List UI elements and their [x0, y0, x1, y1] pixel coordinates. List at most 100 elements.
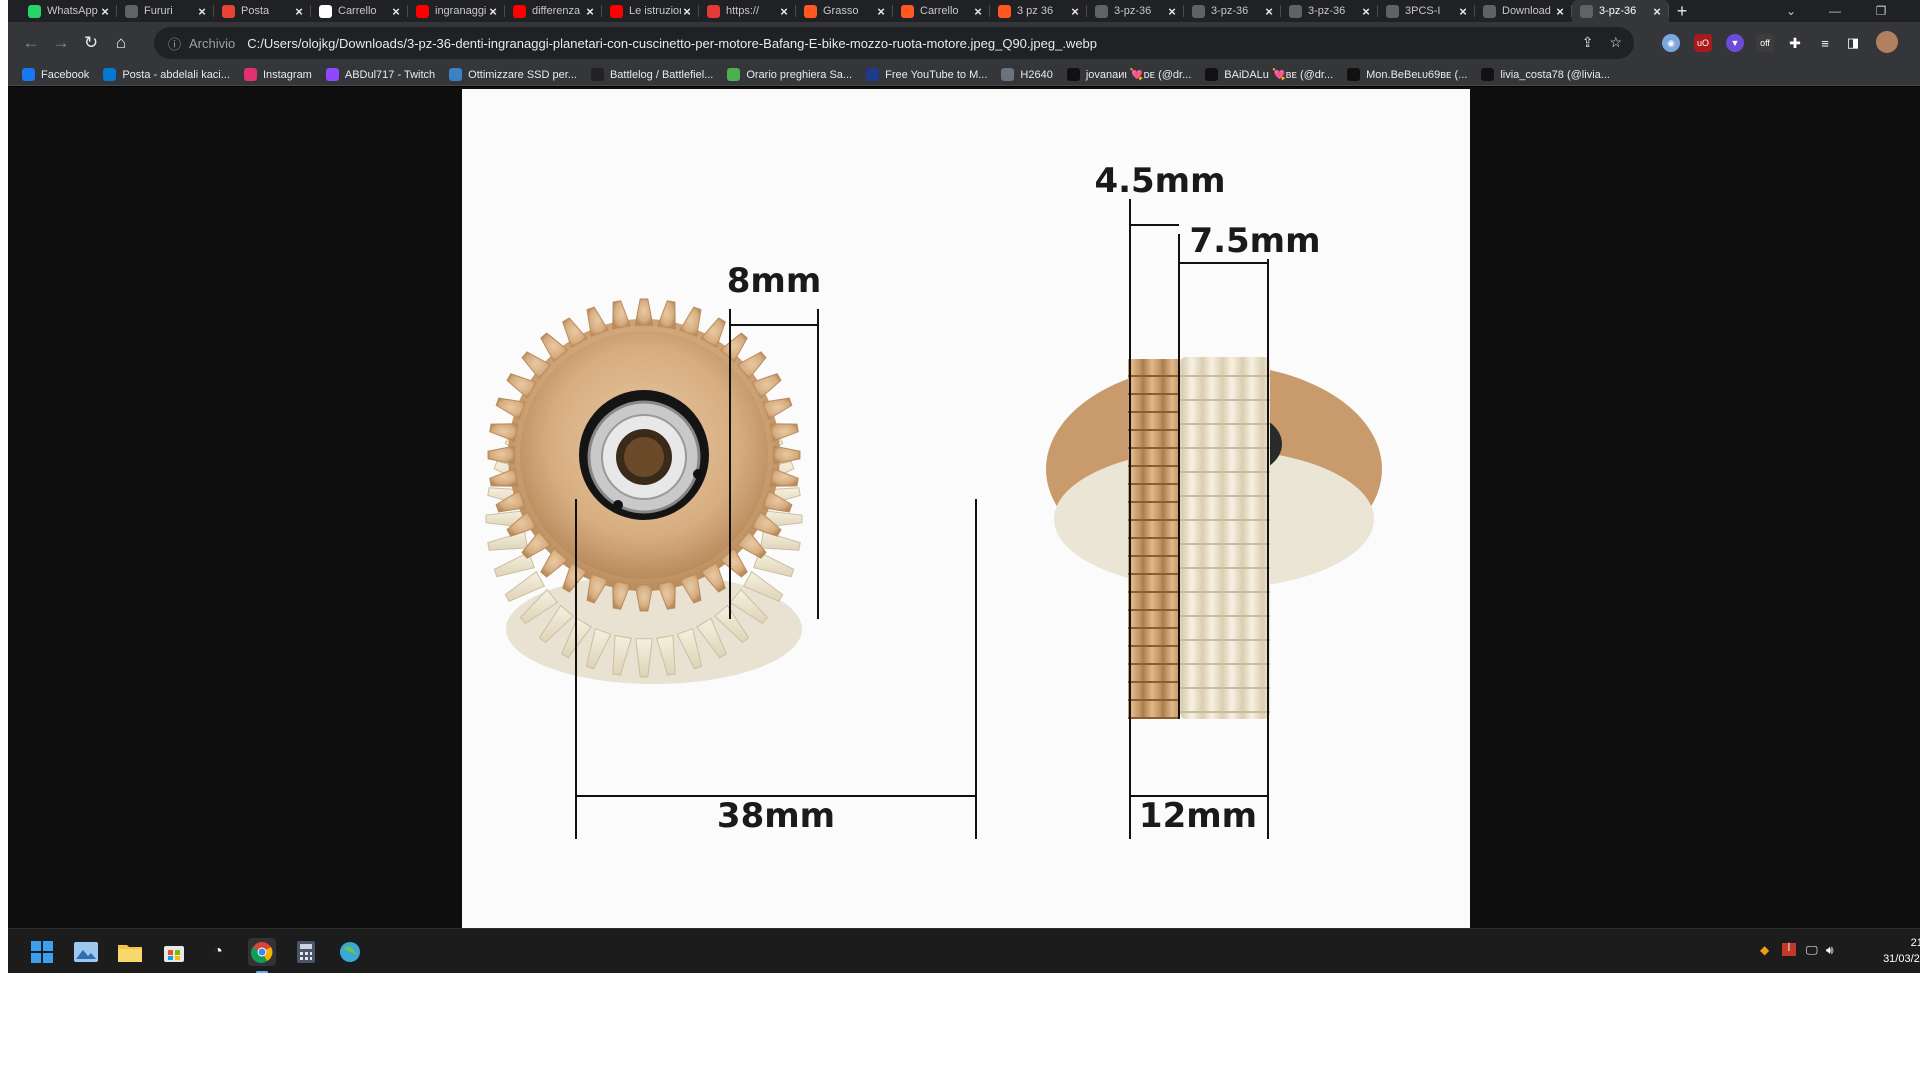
- tab-close-icon[interactable]: ×: [1166, 4, 1178, 19]
- bookmark-item[interactable]: H2640: [1001, 68, 1053, 81]
- tab-close-icon[interactable]: ×: [681, 4, 693, 19]
- home-icon[interactable]: ⌂: [106, 28, 136, 58]
- tab-close-icon[interactable]: ×: [1360, 4, 1372, 19]
- bookmark-label: Free YouTube to M...: [885, 68, 988, 81]
- tab-close-icon[interactable]: ×: [1554, 4, 1566, 19]
- browser-tab[interactable]: Fururi ×: [117, 0, 214, 22]
- browser-tab[interactable]: 3-pz-36 ×: [1087, 0, 1184, 22]
- volume-icon[interactable]: 🔊︎: [1826, 943, 1834, 958]
- bookmark-item[interactable]: jovanaиι 💘ᴅᴇ (@dr...: [1066, 68, 1192, 81]
- bookmark-label: jovanaиι 💘ᴅᴇ (@dr...: [1085, 69, 1192, 81]
- browser-tab[interactable]: Grasso ×: [796, 0, 893, 22]
- profile-avatar[interactable]: [1876, 31, 1898, 53]
- photos-icon[interactable]: [72, 938, 100, 966]
- tab-close-icon[interactable]: ×: [1263, 4, 1275, 19]
- instagram-icon: [243, 68, 257, 81]
- tab-close-icon[interactable]: ×: [1651, 4, 1663, 19]
- side-panel-icon[interactable]: ◨: [1844, 34, 1862, 52]
- gear-front-view: [485, 298, 803, 684]
- browser-tab[interactable]: ingranaggi ×: [408, 0, 505, 22]
- page-icon: [1001, 68, 1015, 81]
- info-icon[interactable]: ⓘ: [168, 34, 181, 53]
- tab-search-icon[interactable]: ⌄: [1768, 0, 1814, 22]
- security-tray-icon[interactable]: ◆: [1760, 943, 1769, 957]
- bookmark-label: Mon.BeBeʟυ69ʙᴇ (...: [1366, 68, 1468, 81]
- tab-close-icon[interactable]: ×: [99, 4, 111, 19]
- network-icon[interactable]: 🖵: [1806, 943, 1818, 958]
- url-text[interactable]: C:/Users/olojkg/Downloads/3-pz-36-denti-…: [247, 36, 1097, 51]
- browser-tab[interactable]: Download ×: [1475, 0, 1572, 22]
- extensions-puzzle-icon[interactable]: ✚: [1786, 34, 1804, 52]
- tab-close-icon[interactable]: ×: [487, 4, 499, 19]
- tab-close-icon[interactable]: ×: [778, 4, 790, 19]
- browser-tab[interactable]: WhatsApp ×: [20, 0, 117, 22]
- tiktok-icon: [1347, 68, 1361, 81]
- clock-date: 31/03/202: [1883, 953, 1920, 965]
- tiktok-icon: [1205, 68, 1219, 81]
- forward-arrow-icon[interactable]: →: [46, 28, 76, 58]
- tab-close-icon[interactable]: ×: [584, 4, 596, 19]
- browser-tab[interactable]: differenza ×: [505, 0, 602, 22]
- tab-close-icon[interactable]: ×: [196, 4, 208, 19]
- speedometer-icon[interactable]: ◔: [204, 938, 232, 966]
- share-icon[interactable]: ⇪: [1582, 34, 1594, 51]
- shield-extension-icon[interactable]: ▼: [1726, 34, 1744, 52]
- minimize-button[interactable]: —: [1812, 0, 1858, 22]
- file-explorer-icon[interactable]: [116, 938, 144, 966]
- ublock-icon[interactable]: uO: [1694, 34, 1712, 52]
- tab-close-icon[interactable]: ×: [1069, 4, 1081, 19]
- tab-close-icon[interactable]: ×: [972, 4, 984, 19]
- bookmark-item[interactable]: Orario preghiera Sa...: [727, 68, 852, 81]
- bookmark-item[interactable]: Mon.BeBeʟυ69ʙᴇ (...: [1347, 68, 1467, 81]
- bookmark-label: H2640: [1020, 68, 1053, 81]
- browser-tab[interactable]: 3PCS-I ×: [1378, 0, 1475, 22]
- edge-globe-icon[interactable]: [336, 938, 364, 966]
- browser-tab[interactable]: Carrello ×: [311, 0, 408, 22]
- restore-button[interactable]: ❐: [1858, 0, 1904, 22]
- browser-tab[interactable]: 3-pz-36 ×: [1184, 0, 1281, 22]
- antivirus-tray-icon[interactable]: ꟾ: [1782, 943, 1796, 956]
- browser-tab[interactable]: Le istruzioni×: [602, 0, 699, 22]
- store-icon[interactable]: [160, 938, 188, 966]
- new-tab-button[interactable]: +: [1669, 0, 1695, 22]
- browser-tab[interactable]: Carrello ×: [893, 0, 990, 22]
- taskbar: ◔ ◆ ꟾ 🖵 🔊︎ 21:0 31/03/202: [8, 928, 1920, 973]
- browser-tab[interactable]: https:// ×: [699, 0, 796, 22]
- bookmark-item[interactable]: Facebook: [22, 68, 89, 81]
- bookmark-item[interactable]: Ottimizzare SSD per...: [449, 68, 577, 81]
- windows-start-icon[interactable]: [28, 938, 56, 966]
- tab-close-icon[interactable]: ×: [875, 4, 887, 19]
- globe-icon: [1192, 4, 1205, 18]
- bookmark-item[interactable]: ABDul717 - Twitch: [325, 68, 435, 81]
- gmail-icon: [222, 4, 235, 18]
- clock[interactable]: 21:0 31/03/202: [1862, 935, 1920, 967]
- browser-tab[interactable]: 3-pz-36 ×: [1281, 0, 1378, 22]
- bookmark-item[interactable]: Battlelog / Battlefiel...: [590, 68, 713, 81]
- scheme-label: Archivio: [189, 35, 236, 51]
- tab-close-icon[interactable]: ×: [293, 4, 305, 19]
- browser-tab[interactable]: Posta ×: [214, 0, 311, 22]
- calculator-icon[interactable]: [292, 938, 320, 966]
- globe-icon: [1289, 4, 1302, 18]
- bookmark-item[interactable]: Instagram: [243, 68, 312, 81]
- toggle-off-extension-icon[interactable]: off: [1756, 34, 1774, 52]
- bookmarks-bar: Facebook Posta - abdelali kaci... Instagra…: [8, 64, 1920, 86]
- tab-close-icon[interactable]: ×: [1457, 4, 1469, 19]
- address-bar[interactable]: ⓘ Archivio C:/Users/olojkg/Downloads/3-p…: [154, 27, 1634, 59]
- tab-title: differenza: [532, 5, 581, 17]
- tab-close-icon[interactable]: ×: [390, 4, 402, 19]
- media-list-icon[interactable]: ≡: [1816, 34, 1834, 52]
- bookmark-item[interactable]: Free YouTube to M...: [866, 68, 987, 81]
- gear-photo-illustration: 8mm 38mm 4.5mm 7.5mm 12mm: [485, 161, 1382, 839]
- browser-tab[interactable]: 3-pz-36 ×: [1572, 0, 1669, 22]
- bookmark-item[interactable]: BAiDALu 💘ʙᴇ (@dr...: [1205, 68, 1333, 81]
- back-arrow-icon[interactable]: ←: [16, 28, 46, 58]
- chrome-icon[interactable]: [248, 938, 276, 966]
- prayer-icon: [727, 68, 741, 81]
- bookmark-item[interactable]: livia_costa78 (@livia...: [1481, 68, 1610, 81]
- google-lens-icon[interactable]: ◉: [1662, 34, 1680, 52]
- bookmark-star-icon[interactable]: ☆: [1609, 34, 1622, 51]
- reload-icon[interactable]: ↻: [76, 28, 106, 58]
- browser-tab[interactable]: 3 pz 36 ×: [990, 0, 1087, 22]
- bookmark-item[interactable]: Posta - abdelali kaci...: [103, 68, 230, 81]
